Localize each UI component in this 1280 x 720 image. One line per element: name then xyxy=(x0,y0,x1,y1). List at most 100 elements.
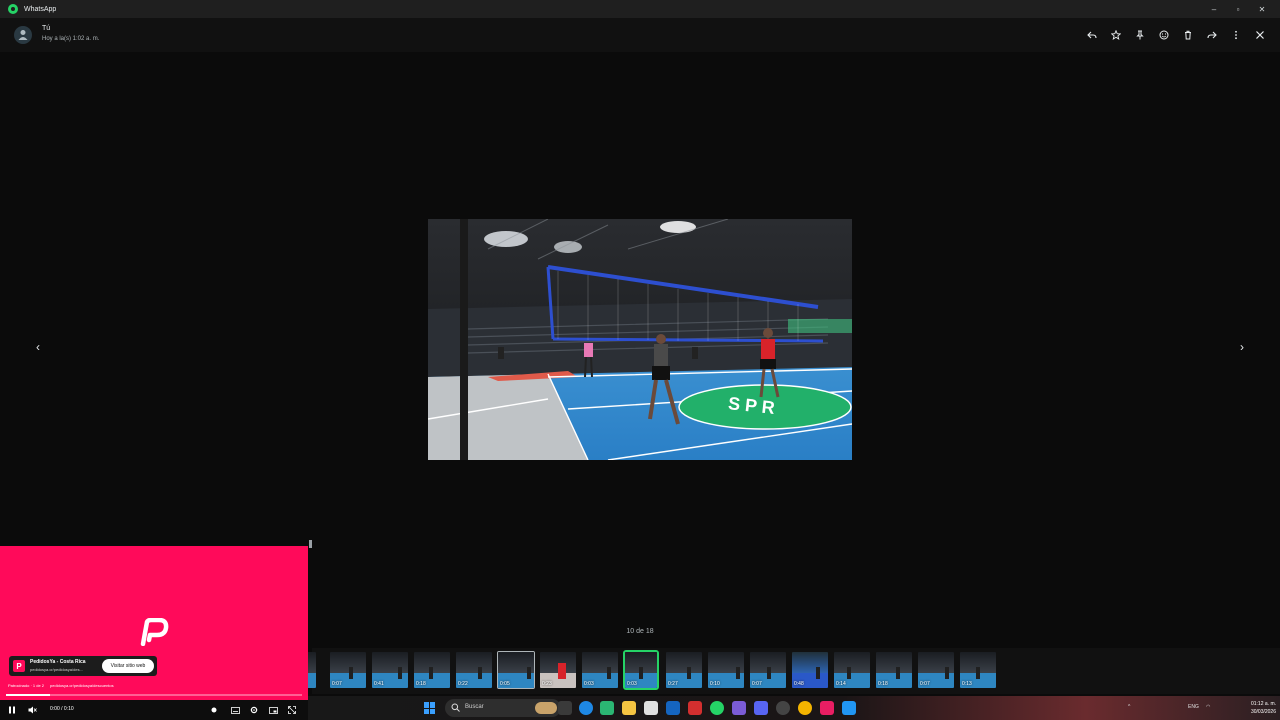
sponsor-url[interactable]: pedidosya.cr/pedidosya/descuentos xyxy=(50,683,114,688)
media-thumbnail[interactable]: 0:07 xyxy=(750,652,786,688)
ad-time: 0:00 / 0:10 xyxy=(50,706,74,712)
more-icon[interactable] xyxy=(1224,26,1248,44)
copilot-icon[interactable] xyxy=(600,701,614,715)
search-placeholder: Buscar xyxy=(465,704,484,710)
media-thumbnail[interactable]: 0:23 xyxy=(540,652,576,688)
emoji-icon[interactable] xyxy=(1152,26,1176,44)
media-counter: 10 de 18 xyxy=(626,628,654,635)
media-actions xyxy=(1080,26,1272,44)
media-thumbnail[interactable]: 0:10 xyxy=(708,652,744,688)
window-close-button[interactable]: ✕ xyxy=(1250,5,1274,14)
thumbnail-duration: 0:03 xyxy=(584,681,594,687)
avatar[interactable] xyxy=(14,26,32,44)
previous-media-button[interactable]: ‹ xyxy=(30,339,46,355)
expand-icon[interactable] xyxy=(286,705,298,715)
ad-card[interactable]: P PedidosYa - Costa Rica pedidosya.cr/pe… xyxy=(9,656,157,676)
miniplayer-icon[interactable] xyxy=(267,705,279,715)
star-icon[interactable] xyxy=(1104,26,1128,44)
media-thumbnail[interactable]: 0:03 xyxy=(582,652,618,688)
thumbnail-duration: 0:07 xyxy=(920,681,930,687)
file-explorer-icon[interactable] xyxy=(622,701,636,715)
language-indicator[interactable]: ENG xyxy=(1188,704,1199,710)
thumbnail-duration: 0:07 xyxy=(332,681,342,687)
windows-start-icon[interactable] xyxy=(424,702,436,714)
thumbnail-duration: 0:03 xyxy=(627,681,637,687)
media-image[interactable]: S P R xyxy=(428,219,852,460)
window-controls: – ▫ ✕ xyxy=(1202,0,1274,18)
wps-icon[interactable] xyxy=(688,701,702,715)
minimize-button[interactable]: – xyxy=(1202,5,1226,14)
ad-title: PedidosYa - Costa Rica xyxy=(30,659,86,665)
forward-icon[interactable] xyxy=(1200,26,1224,44)
ad-progress-fill xyxy=(6,694,51,696)
media-thumbnail[interactable]: 0:48 xyxy=(792,652,828,688)
taskbar: Buscar ^ ENG ◠ 01:12 a. m. 30/03/2026 xyxy=(308,696,1280,720)
user-icon xyxy=(18,30,28,40)
mute-icon[interactable] xyxy=(26,705,38,715)
search-icon xyxy=(451,703,460,712)
thumbnail-duration: 0:05 xyxy=(500,681,510,687)
ad-url: pedidosya.cr/pedidosya/des... xyxy=(30,667,83,672)
media-thumbnail[interactable]: 0:18 xyxy=(876,652,912,688)
tray-chevron-icon[interactable]: ^ xyxy=(1128,704,1130,710)
whatsapp-logo-icon xyxy=(8,4,18,14)
pedidosya-logo-icon xyxy=(140,618,169,646)
ad-progress-bar[interactable] xyxy=(6,694,302,696)
store-icon[interactable] xyxy=(644,701,658,715)
notepad-icon[interactable] xyxy=(842,701,856,715)
pause-icon[interactable] xyxy=(6,705,18,715)
message-timestamp: Hoy a la(s) 1:02 a. m. xyxy=(42,36,100,42)
edge-icon[interactable] xyxy=(579,701,593,715)
visit-site-button[interactable]: Visitar sitio web xyxy=(102,659,154,673)
media-thumbnail[interactable]: 0:07 xyxy=(330,652,366,688)
media-thumbnail[interactable]: 0:13 xyxy=(960,652,996,688)
thumbnail-duration: 0:18 xyxy=(878,681,888,687)
delete-icon[interactable] xyxy=(1176,26,1200,44)
media-thumbnail[interactable]: 0:18 xyxy=(414,652,450,688)
media-thumbnail[interactable]: 0:27 xyxy=(666,652,702,688)
whatsapp-taskbar-icon[interactable] xyxy=(710,701,724,715)
next-media-button[interactable]: › xyxy=(1234,339,1250,355)
settings-app-icon[interactable] xyxy=(776,701,790,715)
title-bar: WhatsApp – ▫ ✕ xyxy=(0,0,1280,18)
thumbnail-strip: 0:07 0:41 0:18 0:22 0:05 0:23 0:03 0:03 0:27 0:10… xyxy=(304,648,1280,694)
media-thumbnail[interactable]: 0:05 xyxy=(497,651,535,689)
pin-icon[interactable] xyxy=(1128,26,1152,44)
media-thumbnail[interactable]: 0:14 xyxy=(834,652,870,688)
resize-handle[interactable] xyxy=(309,540,312,548)
sender-name: Tú xyxy=(42,25,51,32)
reply-icon[interactable] xyxy=(1080,26,1104,44)
viewer-header: Tú Hoy a la(s) 1:02 a. m. xyxy=(0,18,1280,52)
taskbar-clock[interactable]: 01:12 a. m. 30/03/2026 xyxy=(1226,700,1276,716)
thumbnail-duration: 0:13 xyxy=(962,681,972,687)
wifi-icon[interactable]: ◠ xyxy=(1206,704,1210,710)
media-thumbnail[interactable]: 0:41 xyxy=(372,652,408,688)
thumbnail-duration: 0:41 xyxy=(374,681,384,687)
media-thumbnail[interactable]: 0:07 xyxy=(918,652,954,688)
sponsor-line: Patrocinado · 1 de 2 pedidosya.cr/pedidos… xyxy=(8,683,114,688)
media-thumbnail[interactable]: 0:22 xyxy=(456,652,492,688)
app-title: WhatsApp xyxy=(24,5,57,13)
clock-time: 01:12 a. m. xyxy=(1250,701,1276,707)
subtitles-icon[interactable] xyxy=(229,705,241,715)
thumbnail-duration: 0:22 xyxy=(458,681,468,687)
tiktok-icon[interactable] xyxy=(820,701,834,715)
close-icon[interactable] xyxy=(1248,26,1272,44)
ad-logo-icon: P xyxy=(13,660,25,672)
volleyball-court-image: S P R xyxy=(428,219,852,460)
thumbnail-duration: 0:07 xyxy=(752,681,762,687)
settings-icon[interactable] xyxy=(248,705,260,715)
chrome-icon[interactable] xyxy=(798,701,812,715)
media-thumbnail[interactable]: 0:03 xyxy=(623,650,659,690)
teams-icon[interactable] xyxy=(732,701,746,715)
maximize-button[interactable]: ▫ xyxy=(1226,5,1250,14)
thumbnail-duration: 0:18 xyxy=(416,681,426,687)
discord-icon[interactable] xyxy=(754,701,768,715)
thumbnail-duration: 0:48 xyxy=(794,681,804,687)
taskbar-search[interactable]: Buscar xyxy=(445,699,561,717)
thumbnail-duration: 0:10 xyxy=(710,681,720,687)
record-icon[interactable] xyxy=(208,705,220,715)
mini-player-controls: 0:00 / 0:10 xyxy=(0,700,308,720)
task-view-icon[interactable] xyxy=(558,701,572,715)
mail-icon[interactable] xyxy=(666,701,680,715)
